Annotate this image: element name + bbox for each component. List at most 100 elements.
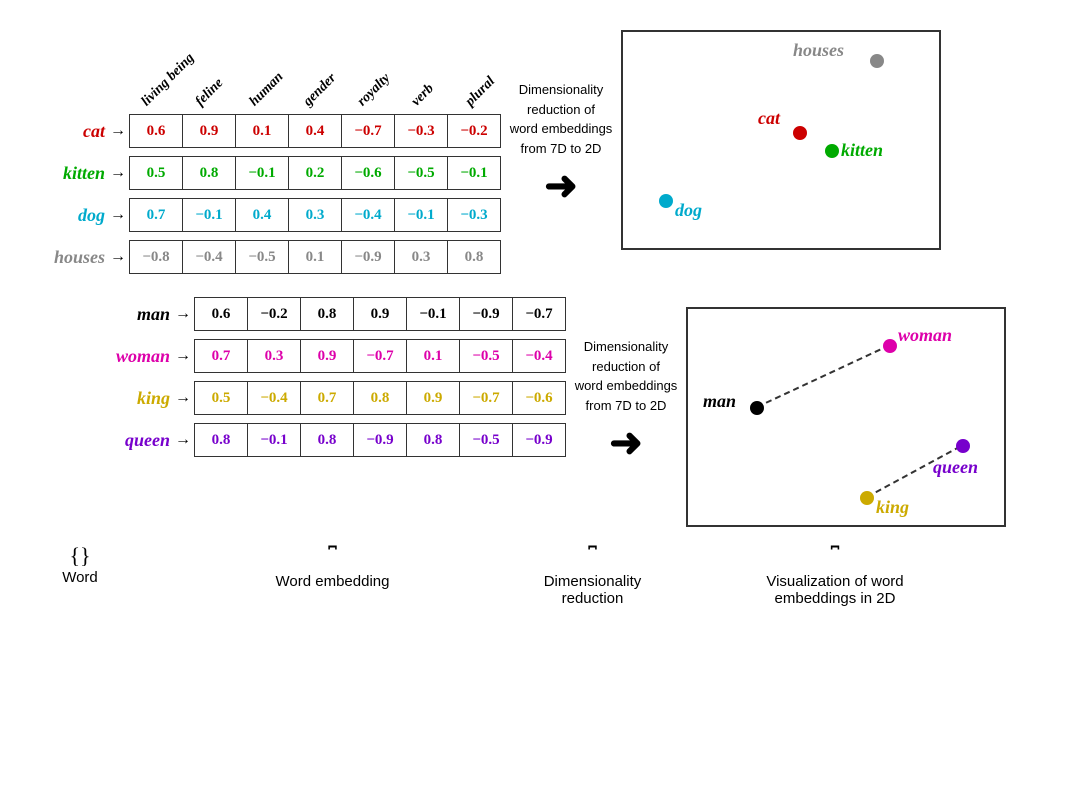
word-king: king: [95, 388, 175, 409]
row-woman: woman → 0.7 0.3 0.9 −0.7 0.1 −0.5 −0.4: [95, 339, 566, 373]
cell-dog-6: −0.3: [447, 198, 501, 232]
col-header-feline: feline: [193, 76, 227, 110]
cell-dog-3: 0.3: [288, 198, 342, 232]
dot-queen: [956, 439, 970, 453]
cell-man-6: −0.7: [512, 297, 566, 331]
footer-viz-brace: ⎴: [675, 545, 995, 571]
label-houses: houses: [793, 40, 844, 61]
cell-houses-0: −0.8: [129, 240, 183, 274]
embedding-cat: 0.6 0.9 0.1 0.4 −0.7 −0.3 −0.2: [130, 114, 501, 148]
cell-dog-2: 0.4: [235, 198, 289, 232]
word-houses: houses: [15, 247, 110, 268]
row-man: man → 0.6 −0.2 0.8 0.9 −0.1 −0.9 −0.7: [95, 297, 566, 331]
footer-dimreduction-section: ⎴ Dimensionalityreduction: [530, 545, 655, 607]
cell-kitten-2: −0.1: [235, 156, 289, 190]
cell-kitten-6: −0.1: [447, 156, 501, 190]
cell-queen-2: 0.8: [300, 423, 354, 457]
footer-embedding-section: ⎴ Word embedding: [140, 545, 525, 590]
cell-houses-6: 0.8: [447, 240, 501, 274]
cell-houses-5: 0.3: [394, 240, 448, 274]
word-woman: woman: [95, 346, 175, 367]
footer-word-brace: {}: [69, 545, 90, 567]
col-header-plural: plural: [463, 74, 499, 110]
cell-dog-1: −0.1: [182, 198, 236, 232]
bottom-dim-reduction-text: Dimensionalityreduction ofword embedding…: [575, 337, 678, 415]
row-cat: cat → 0.6 0.9 0.1 0.4 −0.7 −0.3 −0.2: [15, 114, 501, 148]
bottom-arrow-section: Dimensionalityreduction ofword embedding…: [566, 337, 686, 466]
arrow-woman: →: [175, 347, 191, 365]
label-kitten: kitten: [841, 140, 883, 161]
cell-woman-1: 0.3: [247, 339, 301, 373]
footer-dimreduction-label: Dimensionalityreduction: [544, 573, 642, 607]
embedding-man: 0.6 −0.2 0.8 0.9 −0.1 −0.9 −0.7: [195, 297, 566, 331]
word-queen: queen: [95, 430, 175, 451]
top-arrow-icon: ➜: [544, 162, 578, 209]
cell-man-5: −0.9: [459, 297, 513, 331]
cell-queen-6: −0.9: [512, 423, 566, 457]
cell-king-0: 0.5: [194, 381, 248, 415]
cell-cat-0: 0.6: [129, 114, 183, 148]
arrow-king: →: [175, 389, 191, 407]
cell-woman-5: −0.5: [459, 339, 513, 373]
dot-woman: [883, 339, 897, 353]
cell-kitten-4: −0.6: [341, 156, 395, 190]
col-header-royalty: royalty: [355, 71, 394, 110]
embedding-woman: 0.7 0.3 0.9 −0.7 0.1 −0.5 −0.4: [195, 339, 566, 373]
label-dog: dog: [675, 200, 702, 221]
arrow-cat: →: [110, 122, 126, 140]
cell-man-2: 0.8: [300, 297, 354, 331]
cell-king-3: 0.8: [353, 381, 407, 415]
label-cat: cat: [758, 108, 780, 129]
bottom-viz-box: woman man queen king: [686, 307, 1006, 527]
label-woman: woman: [898, 325, 952, 346]
footer: {} Word ⎴ Word embedding ⎴ Dimensionalit…: [15, 545, 1075, 607]
bottom-arrow-icon: ➜: [609, 419, 643, 466]
cell-king-5: −0.7: [459, 381, 513, 415]
cell-queen-5: −0.5: [459, 423, 513, 457]
cell-cat-2: 0.1: [235, 114, 289, 148]
footer-word-section: {} Word: [20, 545, 140, 586]
word-man: man: [95, 304, 175, 325]
embedding-houses: −0.8 −0.4 −0.5 0.1 −0.9 0.3 0.8: [130, 240, 501, 274]
embedding-queen: 0.8 −0.1 0.8 −0.9 0.8 −0.5 −0.9: [195, 423, 566, 457]
footer-embedding-brace: ⎴: [145, 545, 520, 571]
cell-kitten-1: 0.8: [182, 156, 236, 190]
main-container: living being feline human gender royalty…: [0, 0, 1080, 806]
cell-cat-3: 0.4: [288, 114, 342, 148]
dot-man: [750, 401, 764, 415]
top-arrow-section: Dimensionalityreduction ofword embedding…: [501, 80, 621, 209]
arrow-man: →: [175, 305, 191, 323]
word-cat: cat: [15, 121, 110, 142]
footer-viz-section: ⎴ Visualization of wordembeddings in 2D: [670, 545, 1000, 607]
cell-man-0: 0.6: [194, 297, 248, 331]
col-header-verb: verb: [409, 81, 438, 110]
word-dog: dog: [15, 205, 110, 226]
cell-woman-6: −0.4: [512, 339, 566, 373]
footer-dimreduction-brace: ⎴: [535, 545, 650, 571]
cell-king-6: −0.6: [512, 381, 566, 415]
footer-word-label: Word: [62, 569, 98, 586]
row-dog: dog → 0.7 −0.1 0.4 0.3 −0.4 −0.1 −0.3: [15, 198, 501, 232]
cell-queen-4: 0.8: [406, 423, 460, 457]
dashed-lines-svg: [688, 309, 1008, 529]
dot-cat: [793, 126, 807, 140]
arrow-kitten: →: [110, 164, 126, 182]
dot-dog: [659, 194, 673, 208]
cell-king-4: 0.9: [406, 381, 460, 415]
embedding-kitten: 0.5 0.8 −0.1 0.2 −0.6 −0.5 −0.1: [130, 156, 501, 190]
row-queen: queen → 0.8 −0.1 0.8 −0.9 0.8 −0.5 −0.9: [95, 423, 566, 457]
cell-houses-3: 0.1: [288, 240, 342, 274]
cell-dog-5: −0.1: [394, 198, 448, 232]
bottom-section: man → 0.6 −0.2 0.8 0.9 −0.1 −0.9 −0.7 wo…: [15, 297, 1065, 527]
arrow-queen: →: [175, 431, 191, 449]
cell-houses-1: −0.4: [182, 240, 236, 274]
arrow-houses: →: [110, 248, 126, 266]
footer-embedding-label: Word embedding: [276, 573, 390, 590]
top-section: living being feline human gender royalty…: [15, 20, 1065, 282]
label-queen: queen: [933, 457, 978, 478]
cell-cat-4: −0.7: [341, 114, 395, 148]
cell-queen-0: 0.8: [194, 423, 248, 457]
arrow-dog: →: [110, 206, 126, 224]
cell-queen-3: −0.9: [353, 423, 407, 457]
cell-kitten-3: 0.2: [288, 156, 342, 190]
